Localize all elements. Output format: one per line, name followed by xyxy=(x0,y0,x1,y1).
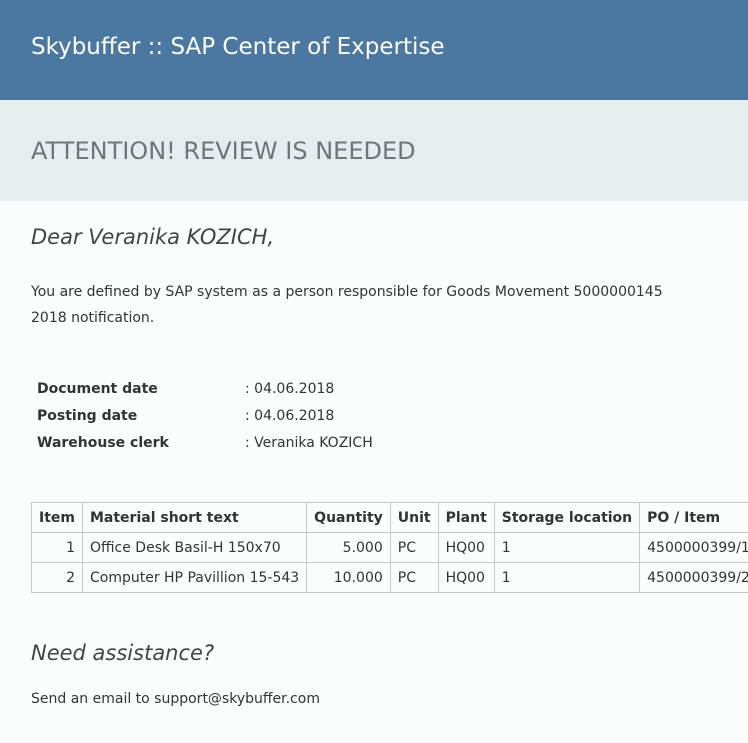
col-header-item: Item xyxy=(31,502,83,533)
support-text: Send an email to support@skybuffer.com xyxy=(31,691,320,707)
col-header-quantity: Quantity xyxy=(306,502,391,533)
cell-material: Office Desk Basil-H 150x70 xyxy=(81,532,308,563)
cell-item: 2 xyxy=(31,562,83,593)
col-header-po-item: PO / Item xyxy=(639,502,748,533)
info-value-posting-date: : 04.06.2018 xyxy=(245,407,335,424)
items-table: Item Material short text Quantity Unit P… xyxy=(31,502,748,593)
email-header: Skybuffer :: SAP Center of Expertise xyxy=(0,0,748,100)
document-info-table: Document date : 04.06.2018 Posting date … xyxy=(31,375,379,456)
table-header-row: Item Material short text Quantity Unit P… xyxy=(31,502,748,533)
assistance-heading: Need assistance? xyxy=(31,641,215,665)
info-row: Warehouse clerk : Veranika KOZICH xyxy=(31,429,379,456)
cell-unit: PC xyxy=(389,562,439,593)
table-row: 2 Computer HP Pavillion 15-543 10.000 PC… xyxy=(31,562,748,593)
info-label-posting-date: Posting date xyxy=(37,407,138,424)
attention-text: ATTENTION! REVIEW IS NEEDED xyxy=(31,137,416,165)
col-header-storage-location: Storage location xyxy=(493,502,641,533)
cell-storage-location: 1 xyxy=(493,532,641,563)
info-value-document-date: : 04.06.2018 xyxy=(245,380,335,397)
info-row: Document date : 04.06.2018 xyxy=(31,375,379,402)
table-row: 1 Office Desk Basil-H 150x70 5.000 PC HQ… xyxy=(31,532,748,563)
email-body: Dear Veranika KOZICH, You are defined by… xyxy=(0,201,748,707)
cell-material: Computer HP Pavillion 15-543 xyxy=(81,562,308,593)
header-title: Skybuffer :: SAP Center of Expertise xyxy=(31,34,445,60)
cell-po-item: 4500000399/10 xyxy=(639,532,748,563)
cell-plant: HQ00 xyxy=(437,532,495,563)
col-header-unit: Unit xyxy=(389,502,439,533)
col-header-plant: Plant xyxy=(437,502,495,533)
info-row: Posting date : 04.06.2018 xyxy=(31,402,379,429)
info-value-warehouse-clerk: : Veranika KOZICH xyxy=(245,434,373,451)
attention-banner: ATTENTION! REVIEW IS NEEDED xyxy=(0,100,748,201)
cell-storage-location: 1 xyxy=(493,562,641,593)
greeting: Dear Veranika KOZICH, xyxy=(31,225,275,249)
cell-unit: PC xyxy=(389,532,439,563)
intro-text: You are defined by SAP system as a perso… xyxy=(31,284,663,326)
cell-item: 1 xyxy=(31,532,83,563)
cell-plant: HQ00 xyxy=(437,562,495,593)
col-header-material: Material short text xyxy=(81,502,308,533)
cell-po-item: 4500000399/20 xyxy=(639,562,748,593)
cell-quantity: 10.000 xyxy=(306,562,391,593)
info-label-document-date: Document date xyxy=(37,380,158,397)
info-label-warehouse-clerk: Warehouse clerk xyxy=(37,434,169,451)
cell-quantity: 5.000 xyxy=(306,532,391,563)
